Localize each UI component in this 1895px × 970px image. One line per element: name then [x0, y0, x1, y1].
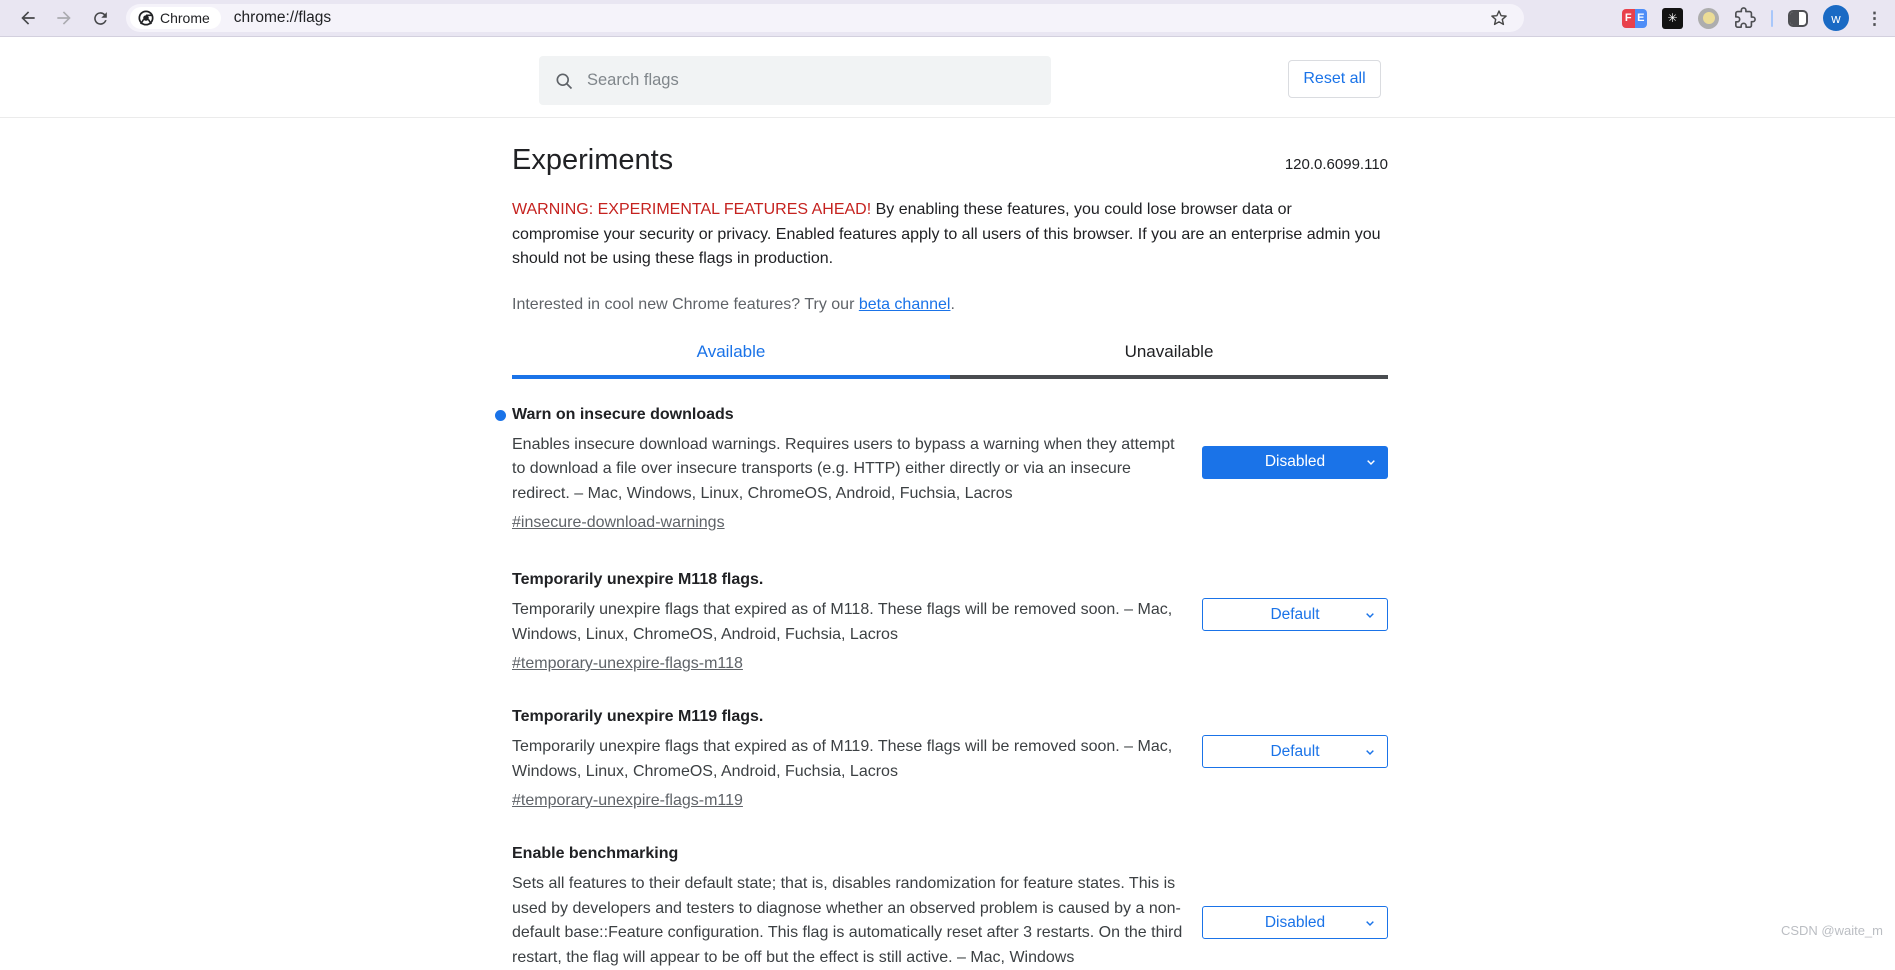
- flag-description: Enables insecure download warnings. Requ…: [512, 433, 1188, 507]
- tab-available[interactable]: Available: [512, 342, 950, 379]
- search-flags-box[interactable]: [539, 56, 1051, 105]
- flag-text: Warn on insecure downloads Enables insec…: [512, 405, 1202, 535]
- csdn-watermark: CSDN @waite_m: [1781, 923, 1883, 938]
- back-button[interactable]: [10, 2, 46, 34]
- bookmark-star-icon: [1489, 8, 1509, 28]
- chrome-version: 120.0.6099.110: [1285, 156, 1388, 173]
- flags-content: Experiments 120.0.6099.110 WARNING: EXPE…: [512, 118, 1388, 970]
- browser-toolbar: Chrome chrome://flags F E ✳ w ⋮: [0, 0, 1895, 37]
- flag-permalink[interactable]: #temporary-unexpire-flags-m119: [512, 790, 743, 812]
- toolbar-separator: [1771, 10, 1773, 27]
- flag-description: Sets all features to their default state…: [512, 872, 1188, 970]
- extensions-puzzle-icon[interactable]: [1734, 7, 1756, 29]
- flag-row-enable-benchmarking: Enable benchmarking Sets all features to…: [512, 844, 1388, 970]
- availability-tabs: Available Unavailable: [512, 342, 1388, 379]
- chevron-down-icon: [1362, 744, 1378, 760]
- flag-title: Enable benchmarking: [512, 844, 1202, 864]
- chrome-site-chip[interactable]: Chrome: [130, 7, 221, 29]
- beta-channel-promo: Interested in cool new Chrome features? …: [512, 296, 1388, 314]
- promo-suffix: .: [950, 296, 954, 313]
- reload-button[interactable]: [82, 2, 118, 34]
- flag-title: Warn on insecure downloads: [512, 405, 1202, 425]
- title-row: Experiments 120.0.6099.110: [512, 142, 1388, 178]
- flag-row-insecure-downloads: Warn on insecure downloads Enables insec…: [512, 405, 1388, 535]
- flag-permalink[interactable]: #insecure-download-warnings: [512, 512, 725, 534]
- flag-title: Temporarily unexpire M118 flags.: [512, 570, 1202, 590]
- modified-flag-dot-icon: [495, 410, 506, 421]
- round-icon-center: [1703, 12, 1715, 24]
- extension-fe-icon[interactable]: F E: [1622, 9, 1647, 28]
- flag-text: Temporarily unexpire M118 flags. Tempora…: [512, 570, 1202, 675]
- browser-menu-button[interactable]: ⋮: [1864, 10, 1885, 27]
- dropdown-value: Disabled: [1265, 914, 1325, 932]
- address-bar[interactable]: Chrome chrome://flags: [126, 4, 1524, 32]
- search-icon: [554, 71, 574, 91]
- profile-avatar[interactable]: w: [1823, 5, 1849, 31]
- flags-page-header: Reset all: [0, 38, 1895, 118]
- experimental-warning: WARNING: EXPERIMENTAL FEATURES AHEAD! By…: [512, 198, 1382, 272]
- side-panel-fill: [1790, 12, 1799, 25]
- flag-value-dropdown[interactable]: Default: [1202, 735, 1388, 768]
- flag-value-dropdown[interactable]: Default: [1202, 598, 1388, 631]
- dark-glyph: ✳: [1667, 11, 1677, 25]
- avatar-initial: w: [1831, 11, 1840, 26]
- fe-right: E: [1635, 9, 1648, 28]
- flag-row-unexpire-m119: Temporarily unexpire M119 flags. Tempora…: [512, 707, 1388, 812]
- forward-button[interactable]: [46, 2, 82, 34]
- beta-channel-link[interactable]: beta channel: [859, 296, 951, 313]
- dropdown-value: Default: [1270, 606, 1319, 624]
- extension-dark-icon[interactable]: ✳: [1662, 8, 1683, 29]
- reset-all-button[interactable]: Reset all: [1288, 60, 1381, 98]
- reload-icon: [91, 9, 110, 28]
- forward-arrow-icon: [54, 8, 74, 28]
- flag-text: Enable benchmarking Sets all features to…: [512, 844, 1202, 970]
- flag-text: Temporarily unexpire M119 flags. Tempora…: [512, 707, 1202, 812]
- search-input[interactable]: [587, 71, 1036, 90]
- warning-highlight: WARNING: EXPERIMENTAL FEATURES AHEAD!: [512, 201, 871, 218]
- page-title: Experiments: [512, 142, 673, 178]
- extensions-area: F E ✳ w ⋮: [1622, 5, 1885, 31]
- flag-description: Temporarily unexpire flags that expired …: [512, 598, 1188, 647]
- flag-row-unexpire-m118: Temporarily unexpire M118 flags. Tempora…: [512, 570, 1388, 675]
- flag-description: Temporarily unexpire flags that expired …: [512, 735, 1188, 784]
- chevron-down-icon: [1362, 607, 1378, 623]
- url-text: chrome://flags: [234, 9, 331, 27]
- back-arrow-icon: [18, 8, 38, 28]
- fe-left: F: [1622, 9, 1635, 28]
- chrome-logo-icon: [138, 10, 154, 26]
- promo-prefix: Interested in cool new Chrome features? …: [512, 296, 859, 313]
- chip-label: Chrome: [160, 10, 210, 26]
- tab-unavailable[interactable]: Unavailable: [950, 342, 1388, 379]
- side-panel-icon[interactable]: [1788, 10, 1808, 27]
- flag-title: Temporarily unexpire M119 flags.: [512, 707, 1202, 727]
- extension-round-icon[interactable]: [1698, 8, 1719, 29]
- flag-permalink[interactable]: #temporary-unexpire-flags-m118: [512, 653, 743, 675]
- flag-value-dropdown[interactable]: Disabled: [1202, 906, 1388, 939]
- bookmark-button[interactable]: [1484, 4, 1514, 32]
- flag-value-dropdown[interactable]: Disabled: [1202, 446, 1388, 479]
- chevron-down-icon: [1363, 454, 1379, 470]
- dropdown-value: Disabled: [1265, 453, 1325, 471]
- chevron-down-icon: [1362, 915, 1378, 931]
- dropdown-value: Default: [1270, 743, 1319, 761]
